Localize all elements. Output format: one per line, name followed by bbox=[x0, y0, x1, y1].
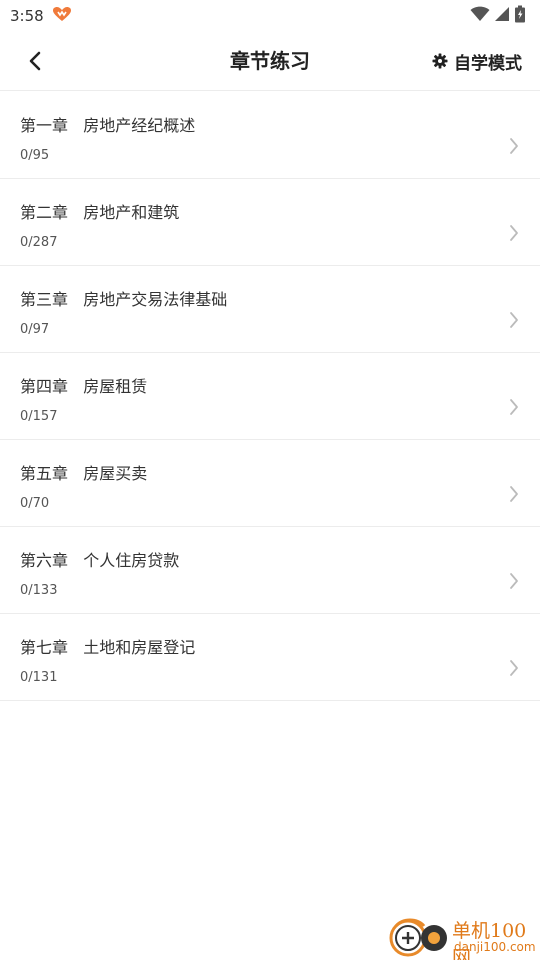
chapter-progress: 0/131 bbox=[20, 670, 58, 685]
mode-label: 自学模式 bbox=[454, 53, 522, 74]
chapter-list: 第一章 房地产经纪概述 0/95 第二章 房地产和建筑 0/287 第三章 房地… bbox=[0, 92, 540, 701]
app-notification-icon bbox=[52, 6, 72, 26]
chapter-item-3[interactable]: 第三章 房地产交易法律基础 0/97 bbox=[0, 266, 540, 353]
app-screen: 3:58 章节练习 自学模式 第一章 房地产经纪概述 0/95 第二章 房地产和… bbox=[0, 0, 540, 960]
chapter-title: 第七章 土地和房屋登记 bbox=[20, 638, 196, 657]
chapter-progress: 0/157 bbox=[20, 409, 58, 424]
gear-icon bbox=[432, 53, 448, 69]
chapter-progress: 0/70 bbox=[20, 496, 50, 511]
chapter-item-4[interactable]: 第四章 房屋租赁 0/157 bbox=[0, 353, 540, 440]
chapter-progress: 0/133 bbox=[20, 583, 58, 598]
chevron-right-icon bbox=[510, 573, 518, 589]
watermark-logo-icon bbox=[389, 918, 447, 957]
chapter-title: 第三章 房地产交易法律基础 bbox=[20, 290, 228, 309]
chapter-title: 第一章 房地产经纪概述 bbox=[20, 116, 196, 135]
status-time: 3:58 bbox=[10, 7, 44, 25]
wifi-icon bbox=[470, 6, 490, 26]
chapter-item-7[interactable]: 第七章 土地和房屋登记 0/131 bbox=[0, 614, 540, 701]
status-bar: 3:58 bbox=[0, 0, 540, 32]
chevron-right-icon bbox=[510, 486, 518, 502]
status-left: 3:58 bbox=[10, 6, 72, 26]
chapter-progress: 0/95 bbox=[20, 148, 50, 163]
chapter-item-6[interactable]: 第六章 个人住房贷款 0/133 bbox=[0, 527, 540, 614]
chapter-title: 第二章 房地产和建筑 bbox=[20, 203, 180, 222]
top-app-bar: 章节练习 自学模式 bbox=[0, 32, 540, 91]
self-study-mode-button[interactable]: 自学模式 bbox=[432, 46, 522, 76]
chevron-right-icon bbox=[510, 399, 518, 415]
chevron-right-icon bbox=[510, 138, 518, 154]
back-button[interactable] bbox=[20, 46, 50, 76]
status-right bbox=[470, 5, 526, 27]
chapter-item-2[interactable]: 第二章 房地产和建筑 0/287 bbox=[0, 179, 540, 266]
chapter-title: 第六章 个人住房贷款 bbox=[20, 551, 180, 570]
chapter-title: 第五章 房屋买卖 bbox=[20, 464, 148, 483]
signal-icon bbox=[494, 6, 510, 26]
chapter-progress: 0/287 bbox=[20, 235, 58, 250]
chevron-left-icon bbox=[29, 51, 41, 71]
battery-icon bbox=[514, 5, 526, 27]
site-watermark: 单机100网 danji100.com bbox=[388, 914, 540, 960]
chapter-title: 第四章 房屋租赁 bbox=[20, 377, 148, 396]
chevron-right-icon bbox=[510, 225, 518, 241]
watermark-url: danji100.com bbox=[454, 940, 536, 954]
chevron-right-icon bbox=[510, 312, 518, 328]
chevron-right-icon bbox=[510, 660, 518, 676]
chapter-item-1[interactable]: 第一章 房地产经纪概述 0/95 bbox=[0, 92, 540, 179]
chapter-item-5[interactable]: 第五章 房屋买卖 0/70 bbox=[0, 440, 540, 527]
chapter-progress: 0/97 bbox=[20, 322, 50, 337]
